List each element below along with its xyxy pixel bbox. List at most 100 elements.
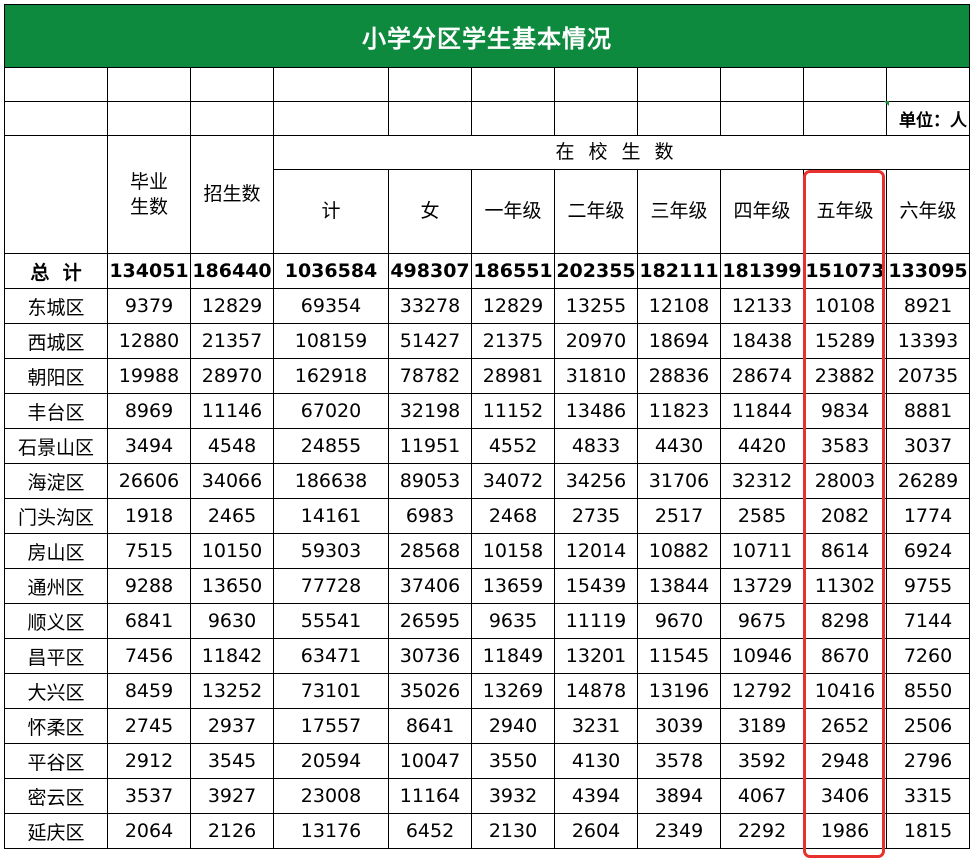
value-cell[interactable]: 13486 <box>554 393 638 429</box>
value-cell[interactable]: 8298 <box>803 603 887 639</box>
value-cell[interactable]: 3537 <box>107 778 191 814</box>
value-cell[interactable]: 2506 <box>886 708 970 744</box>
value-cell[interactable]: 2912 <box>107 743 191 779</box>
value-cell[interactable]: 18694 <box>637 323 721 359</box>
value-cell[interactable]: 15439 <box>554 568 638 604</box>
value-cell[interactable]: 10711 <box>720 533 804 569</box>
value-cell[interactable]: 3231 <box>554 708 638 744</box>
value-cell[interactable]: 12792 <box>720 673 804 709</box>
value-cell[interactable]: 3039 <box>637 708 721 744</box>
value-cell[interactable]: 23008 <box>273 778 389 814</box>
value-cell[interactable]: 9755 <box>886 568 970 604</box>
value-cell[interactable]: 7515 <box>107 533 191 569</box>
value-cell[interactable]: 18438 <box>720 323 804 359</box>
value-cell[interactable]: 17557 <box>273 708 389 744</box>
value-cell[interactable]: 28674 <box>720 358 804 394</box>
district-cell[interactable]: 门头沟区 <box>4 498 108 534</box>
value-cell[interactable]: 28568 <box>388 533 472 569</box>
value-cell[interactable]: 28970 <box>190 358 274 394</box>
value-cell[interactable]: 31810 <box>554 358 638 394</box>
value-cell[interactable]: 108159 <box>273 323 389 359</box>
value-cell[interactable]: 3315 <box>886 778 970 814</box>
value-cell[interactable]: 89053 <box>388 463 472 499</box>
district-cell[interactable]: 延庆区 <box>4 813 108 849</box>
value-cell[interactable]: 13659 <box>471 568 555 604</box>
value-cell[interactable]: 10158 <box>471 533 555 569</box>
value-cell[interactable]: 11146 <box>190 393 274 429</box>
value-cell[interactable]: 11844 <box>720 393 804 429</box>
value-cell[interactable]: 30736 <box>388 638 472 674</box>
district-cell[interactable]: 总 计 <box>4 253 108 289</box>
value-cell[interactable]: 2745 <box>107 708 191 744</box>
value-cell[interactable]: 3406 <box>803 778 887 814</box>
value-cell[interactable]: 37406 <box>388 568 472 604</box>
value-cell[interactable]: 31706 <box>637 463 721 499</box>
value-cell[interactable]: 78782 <box>388 358 472 394</box>
value-cell[interactable]: 2652 <box>803 708 887 744</box>
value-cell[interactable]: 10946 <box>720 638 804 674</box>
value-cell[interactable]: 13255 <box>554 288 638 324</box>
value-cell[interactable]: 15289 <box>803 323 887 359</box>
value-cell[interactable]: 63471 <box>273 638 389 674</box>
district-cell[interactable]: 东城区 <box>4 288 108 324</box>
value-cell[interactable]: 2585 <box>720 498 804 534</box>
district-cell[interactable]: 海淀区 <box>4 463 108 499</box>
value-cell[interactable]: 1774 <box>886 498 970 534</box>
value-cell[interactable]: 26289 <box>886 463 970 499</box>
value-cell[interactable]: 69354 <box>273 288 389 324</box>
value-cell[interactable]: 3927 <box>190 778 274 814</box>
value-cell[interactable]: 9834 <box>803 393 887 429</box>
value-cell[interactable]: 4552 <box>471 428 555 464</box>
value-cell[interactable]: 8459 <box>107 673 191 709</box>
value-cell[interactable]: 3494 <box>107 428 191 464</box>
district-cell[interactable]: 石景山区 <box>4 428 108 464</box>
value-cell[interactable]: 181399 <box>720 253 804 289</box>
value-cell[interactable]: 9670 <box>637 603 721 639</box>
value-cell[interactable]: 1918 <box>107 498 191 534</box>
value-cell[interactable]: 3189 <box>720 708 804 744</box>
value-cell[interactable]: 13844 <box>637 568 721 604</box>
value-cell[interactable]: 59303 <box>273 533 389 569</box>
value-cell[interactable]: 1036584 <box>273 253 389 289</box>
value-cell[interactable]: 13252 <box>190 673 274 709</box>
value-cell[interactable]: 26595 <box>388 603 472 639</box>
value-cell[interactable]: 9288 <box>107 568 191 604</box>
value-cell[interactable]: 8641 <box>388 708 472 744</box>
value-cell[interactable]: 11164 <box>388 778 472 814</box>
value-cell[interactable]: 28836 <box>637 358 721 394</box>
value-cell[interactable]: 13196 <box>637 673 721 709</box>
value-cell[interactable]: 1815 <box>886 813 970 849</box>
value-cell[interactable]: 4420 <box>720 428 804 464</box>
value-cell[interactable]: 20735 <box>886 358 970 394</box>
value-cell[interactable]: 20594 <box>273 743 389 779</box>
value-cell[interactable]: 134051 <box>107 253 191 289</box>
value-cell[interactable]: 4430 <box>637 428 721 464</box>
value-cell[interactable]: 28003 <box>803 463 887 499</box>
district-cell[interactable]: 房山区 <box>4 533 108 569</box>
value-cell[interactable]: 12829 <box>471 288 555 324</box>
value-cell[interactable]: 24855 <box>273 428 389 464</box>
value-cell[interactable]: 34072 <box>471 463 555 499</box>
value-cell[interactable]: 34066 <box>190 463 274 499</box>
value-cell[interactable]: 20970 <box>554 323 638 359</box>
value-cell[interactable]: 13269 <box>471 673 555 709</box>
district-cell[interactable]: 顺义区 <box>4 603 108 639</box>
value-cell[interactable]: 202355 <box>554 253 638 289</box>
district-cell[interactable]: 大兴区 <box>4 673 108 709</box>
value-cell[interactable]: 73101 <box>273 673 389 709</box>
value-cell[interactable]: 2349 <box>637 813 721 849</box>
value-cell[interactable]: 34256 <box>554 463 638 499</box>
value-cell[interactable]: 13201 <box>554 638 638 674</box>
value-cell[interactable]: 11842 <box>190 638 274 674</box>
value-cell[interactable]: 14878 <box>554 673 638 709</box>
value-cell[interactable]: 19988 <box>107 358 191 394</box>
value-cell[interactable]: 32312 <box>720 463 804 499</box>
value-cell[interactable]: 33278 <box>388 288 472 324</box>
value-cell[interactable]: 11545 <box>637 638 721 674</box>
value-cell[interactable]: 2517 <box>637 498 721 534</box>
value-cell[interactable]: 186551 <box>471 253 555 289</box>
value-cell[interactable]: 3592 <box>720 743 804 779</box>
value-cell[interactable]: 498307 <box>388 253 472 289</box>
value-cell[interactable]: 8550 <box>886 673 970 709</box>
district-cell[interactable]: 通州区 <box>4 568 108 604</box>
